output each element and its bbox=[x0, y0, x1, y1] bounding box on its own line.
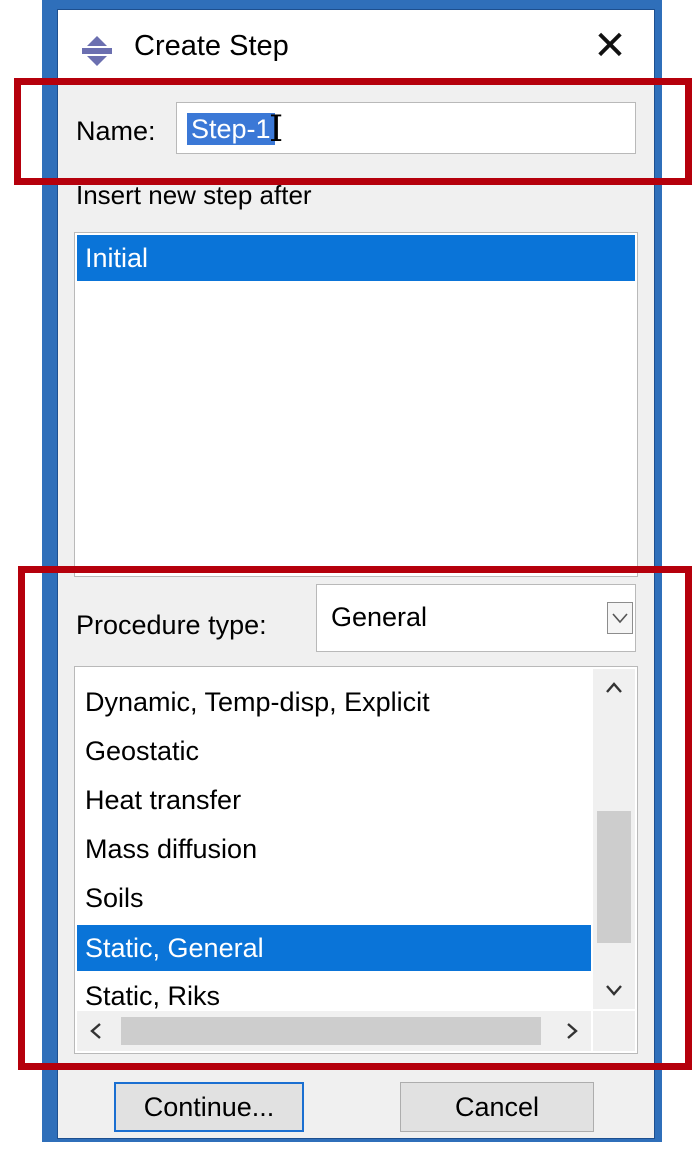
horizontal-scroll-thumb[interactable] bbox=[121, 1017, 541, 1045]
close-button[interactable]: ✕ bbox=[584, 20, 636, 72]
name-label: Name: bbox=[76, 116, 156, 146]
chevron-down-icon[interactable] bbox=[607, 602, 633, 634]
procedure-item[interactable]: Soils bbox=[77, 875, 591, 921]
scroll-left-icon[interactable] bbox=[87, 1021, 105, 1041]
dialog-title: Create Step bbox=[134, 30, 289, 62]
procedure-type-label: Procedure type: bbox=[76, 610, 267, 640]
insert-after-label: Insert new step after bbox=[76, 180, 312, 210]
procedure-item[interactable]: Mass diffusion bbox=[77, 826, 591, 872]
continue-button[interactable]: Continue... bbox=[114, 1082, 304, 1132]
vertical-scrollbar[interactable] bbox=[593, 669, 635, 1009]
procedure-item[interactable]: Geostatic bbox=[77, 728, 591, 774]
abaqus-step-icon bbox=[80, 34, 114, 68]
name-input-value: Step-1 bbox=[187, 113, 275, 145]
close-icon: ✕ bbox=[593, 24, 627, 68]
procedure-item[interactable]: Dynamic, Temp-disp, Explicit bbox=[77, 679, 591, 725]
step-list-item[interactable]: Initial bbox=[77, 235, 635, 281]
text-cursor-icon: I bbox=[269, 109, 284, 150]
scrollbar-corner bbox=[593, 1011, 635, 1051]
horizontal-scrollbar[interactable] bbox=[77, 1011, 591, 1051]
scroll-up-icon[interactable] bbox=[603, 679, 625, 697]
title-bar: Create Step ✕ bbox=[58, 10, 654, 82]
scroll-right-icon[interactable] bbox=[563, 1021, 581, 1041]
cancel-button[interactable]: Cancel bbox=[400, 1082, 594, 1132]
procedure-item[interactable]: Heat transfer bbox=[77, 777, 591, 823]
vertical-scroll-thumb[interactable] bbox=[597, 811, 631, 943]
procedure-type-select[interactable]: General bbox=[316, 584, 636, 652]
procedure-type-value: General bbox=[331, 602, 428, 632]
scroll-down-icon[interactable] bbox=[603, 981, 625, 999]
procedure-list[interactable]: Dynamic, Temp-disp, Explicit Geostatic H… bbox=[74, 666, 638, 1054]
procedure-item-selected[interactable]: Static, General bbox=[77, 925, 591, 971]
name-input[interactable]: Step-1 I bbox=[176, 102, 636, 154]
create-step-dialog: Create Step ✕ Name: Step-1 I Insert new … bbox=[58, 10, 654, 1138]
step-list[interactable]: Initial bbox=[74, 232, 638, 577]
